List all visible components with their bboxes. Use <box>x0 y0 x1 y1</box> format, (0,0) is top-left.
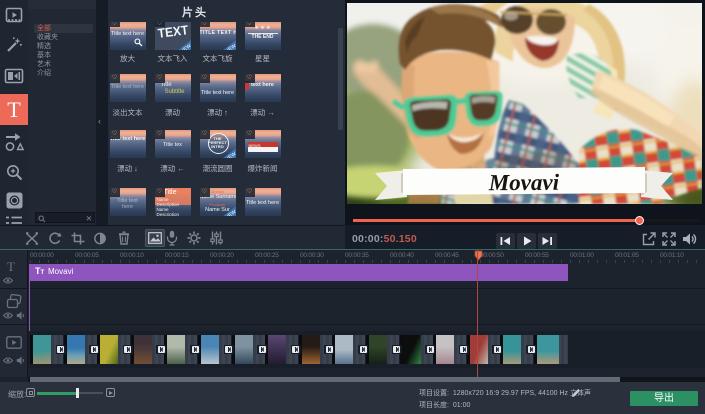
svg-text:Movavi: Movavi <box>488 170 560 196</box>
